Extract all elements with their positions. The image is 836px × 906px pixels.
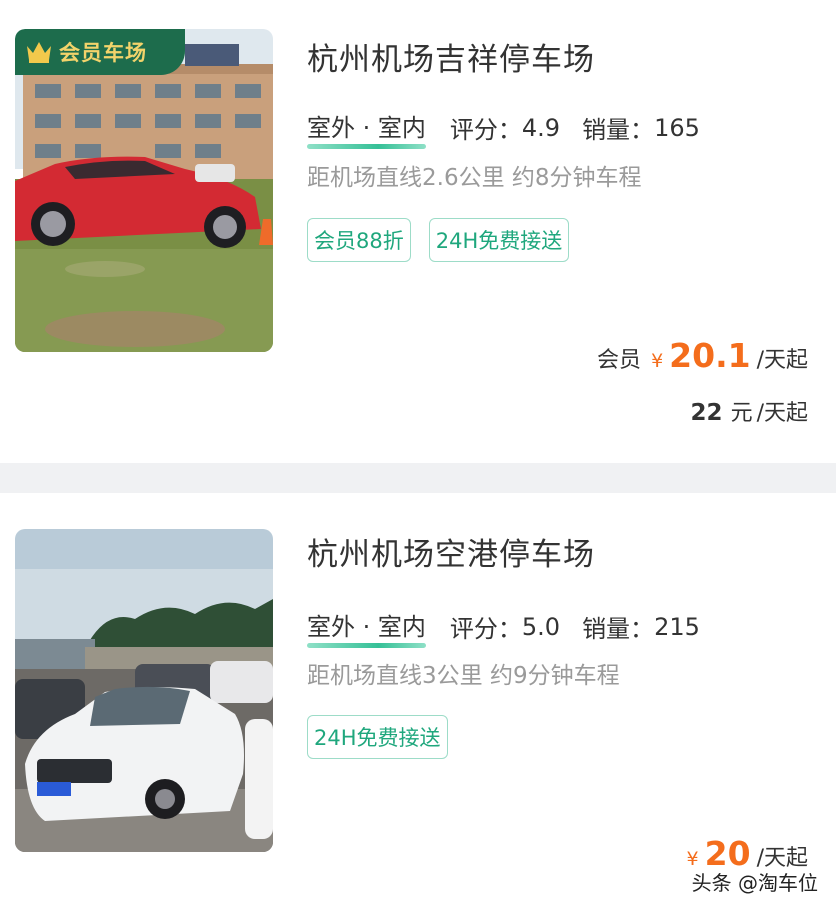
- normal-price-unit: 元: [730, 401, 753, 426]
- listing-card[interactable]: 杭州机场空港停车场 室外 · 室内 评分： 5.0 销量： 215 距机场直线3…: [0, 493, 836, 906]
- sales-value: 215: [654, 612, 700, 641]
- rating-value: 5.0: [521, 612, 561, 641]
- listing-photo[interactable]: 会员车场: [15, 29, 273, 352]
- tag-member-discount: 会员88折: [307, 218, 411, 262]
- parking-list: 会员车场 杭州机场吉祥停车场 室外 · 室内 评分： 4.9 销量： 165 距…: [0, 0, 836, 906]
- tag-free-shuttle: 24H免费接送: [307, 715, 448, 759]
- sales-label: 销量：: [582, 615, 655, 643]
- member-lot-badge-label: 会员车场: [59, 41, 147, 65]
- currency-symbol: ¥: [651, 350, 664, 372]
- normal-price-suffix: /天起: [756, 401, 808, 426]
- listing-title[interactable]: 杭州机场吉祥停车场: [307, 34, 595, 79]
- environment-label: 室外 · 室内: [307, 607, 426, 648]
- normal-price: 22 元 /天起: [691, 395, 808, 427]
- listing-title[interactable]: 杭州机场空港停车场: [307, 529, 595, 574]
- member-price: 会员 ¥ 20.1 /天起: [597, 336, 808, 375]
- listing-photo[interactable]: [15, 529, 273, 852]
- watermark: 头条 @淘车位: [691, 871, 818, 895]
- crown-icon: [27, 42, 51, 63]
- member-price-label: 会员: [597, 348, 642, 373]
- member-price-amount: 20.1: [669, 336, 751, 375]
- rating-value: 4.9: [521, 113, 561, 142]
- rating-label: 评分：: [449, 615, 522, 643]
- listing-meta: 室外 · 室内 评分： 4.9 销量： 165: [307, 108, 700, 149]
- normal-price-amount: 22: [690, 400, 723, 426]
- environment-label: 室外 · 室内: [307, 108, 426, 149]
- price-suffix: /天起: [756, 348, 808, 373]
- sales-label: 销量：: [582, 116, 655, 144]
- listing-meta: 室外 · 室内 评分： 5.0 销量： 215: [307, 607, 700, 648]
- distance-text: 距机场直线2.6公里 约8分钟车程: [307, 165, 642, 191]
- tag-list: 24H免费接送: [307, 715, 448, 759]
- rating-label: 评分：: [449, 116, 522, 144]
- distance-text: 距机场直线3公里 约9分钟车程: [307, 663, 620, 689]
- member-lot-badge: 会员车场: [15, 29, 185, 75]
- listing-card[interactable]: 会员车场 杭州机场吉祥停车场 室外 · 室内 评分： 4.9 销量： 165 距…: [0, 0, 836, 463]
- tag-list: 会员88折 24H免费接送: [307, 218, 570, 262]
- sales-value: 165: [654, 113, 700, 142]
- tag-free-shuttle: 24H免费接送: [428, 218, 570, 262]
